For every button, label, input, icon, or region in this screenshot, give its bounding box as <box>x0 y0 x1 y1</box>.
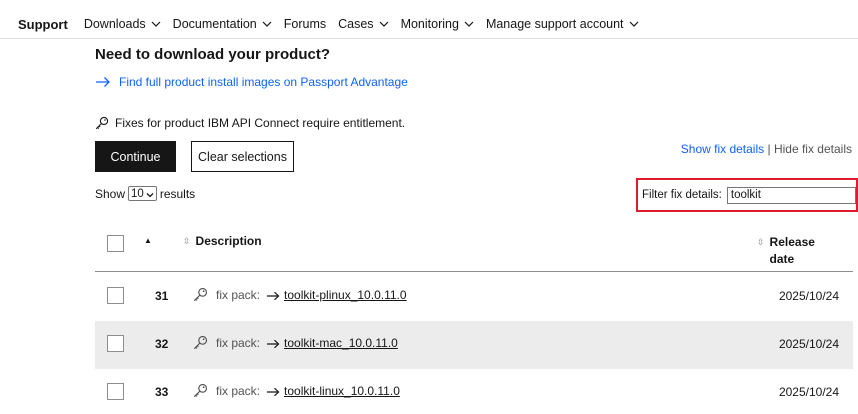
results-suffix: results <box>159 186 196 201</box>
arrow-right-icon <box>266 338 280 348</box>
entitlement-text: Fixes for product IBM API Connect requir… <box>115 116 406 130</box>
row-number: 33 <box>155 385 169 399</box>
arrow-right-icon <box>266 290 280 300</box>
key-icon <box>193 287 208 302</box>
entitlement-note: Fixes for product IBM API Connect requir… <box>95 116 405 130</box>
row-description: fix pack: toolkit-linux_10.0.11.0 <box>193 383 400 398</box>
nav-item-manage-support-account[interactable]: Manage support account <box>486 17 639 31</box>
fix-link[interactable]: toolkit-linux_10.0.11.0 <box>284 384 400 398</box>
fix-link[interactable]: toolkit-mac_10.0.11.0 <box>284 336 398 350</box>
fix-type: fix pack: <box>216 287 261 302</box>
column-header-description-label: Description <box>195 234 262 248</box>
row-checkbox[interactable] <box>107 335 124 352</box>
fix-type: fix pack: <box>216 383 261 398</box>
results-prefix: Show <box>95 186 126 201</box>
chevron-down-icon <box>629 19 639 29</box>
column-header-description[interactable]: ⇳ Description <box>183 234 262 248</box>
row-checkbox[interactable] <box>107 287 124 304</box>
table-header: ▲ ⇳ Description ⇳ Release date <box>95 225 853 272</box>
sort-ascending-icon[interactable]: ▲ <box>144 236 152 245</box>
chevron-down-icon <box>151 19 161 29</box>
release-date: 2025/10/24 <box>778 337 839 351</box>
results-count-select[interactable]: 10 <box>128 186 157 201</box>
nav-item-downloads[interactable]: Downloads <box>84 17 161 31</box>
fix-details-toggle: Show fix details | Hide fix details <box>681 142 852 156</box>
column-header-release-date-label: Release date <box>769 235 815 266</box>
fix-link[interactable]: toolkit-plinux_10.0.11.0 <box>284 288 407 302</box>
release-date: 2025/10/24 <box>778 385 839 399</box>
nav-item-label: Documentation <box>172 17 257 31</box>
row-description: fix pack: toolkit-mac_10.0.11.0 <box>193 335 398 350</box>
chevron-down-icon <box>464 19 474 29</box>
nav-brand-support[interactable]: Support <box>18 17 68 32</box>
nav-item-cases[interactable]: Cases <box>338 17 388 31</box>
row-description: fix pack: toolkit-plinux_10.0.11.0 <box>193 287 407 302</box>
clear-selections-button[interactable]: Clear selections <box>191 141 294 172</box>
nav-item-documentation[interactable]: Documentation <box>173 17 272 31</box>
results-per-page: Show 10 results <box>95 186 195 201</box>
filter-label: Filter fix details: <box>642 189 722 201</box>
nav-item-monitoring[interactable]: Monitoring <box>401 17 474 31</box>
select-all-checkbox[interactable] <box>107 235 124 252</box>
nav-inner: Support Downloads Documentation Forums C… <box>18 9 651 39</box>
nav-item-label: Forums <box>283 17 327 31</box>
continue-button[interactable]: Continue <box>95 141 176 172</box>
key-icon <box>193 383 208 398</box>
passport-advantage-link-label: Find full product install images on Pass… <box>119 75 408 89</box>
fix-type: fix pack: <box>216 335 261 350</box>
passport-advantage-link[interactable]: Find full product install images on Pass… <box>95 75 408 89</box>
nav-item-label: Manage support account <box>485 17 624 31</box>
key-icon <box>193 335 208 350</box>
nav-item-forums[interactable]: Forums <box>284 17 326 31</box>
nav-item-label: Cases <box>338 17 374 31</box>
sort-icon: ⇳ <box>183 235 191 246</box>
chevron-down-icon <box>379 19 389 29</box>
top-navigation: Support Downloads Documentation Forums C… <box>0 9 858 39</box>
separator: | <box>767 142 771 156</box>
show-fix-details-link[interactable]: Show fix details <box>681 142 764 156</box>
row-number: 32 <box>155 337 169 351</box>
column-header-release-date[interactable]: ⇳ Release date <box>757 234 816 268</box>
table-row: 31 fix pack: toolkit-plinux_10.0.11.0 20… <box>95 273 853 321</box>
table-row: 33 fix pack: toolkit-linux_10.0.11.0 202… <box>95 369 853 414</box>
key-icon <box>95 116 109 130</box>
results-count-value: 10 <box>131 187 144 200</box>
release-date: 2025/10/24 <box>778 289 839 303</box>
sort-icon: ⇳ <box>757 237 765 247</box>
arrow-right-icon <box>266 386 280 396</box>
nav-item-label: Monitoring <box>400 17 459 31</box>
row-checkbox[interactable] <box>107 383 124 400</box>
filter-highlight-box: Filter fix details: <box>636 178 858 212</box>
hide-fix-details-link[interactable]: Hide fix details <box>774 142 852 156</box>
nav-item-label: Downloads <box>83 17 146 31</box>
page-title: Need to download your product? <box>95 46 330 63</box>
filter-input[interactable] <box>726 186 856 204</box>
row-number: 31 <box>155 289 169 303</box>
chevron-down-icon <box>262 19 272 29</box>
table-row: 32 fix pack: toolkit-mac_10.0.11.0 2025/… <box>95 321 853 369</box>
arrow-right-icon <box>95 76 111 88</box>
chevron-down-icon <box>146 190 154 198</box>
